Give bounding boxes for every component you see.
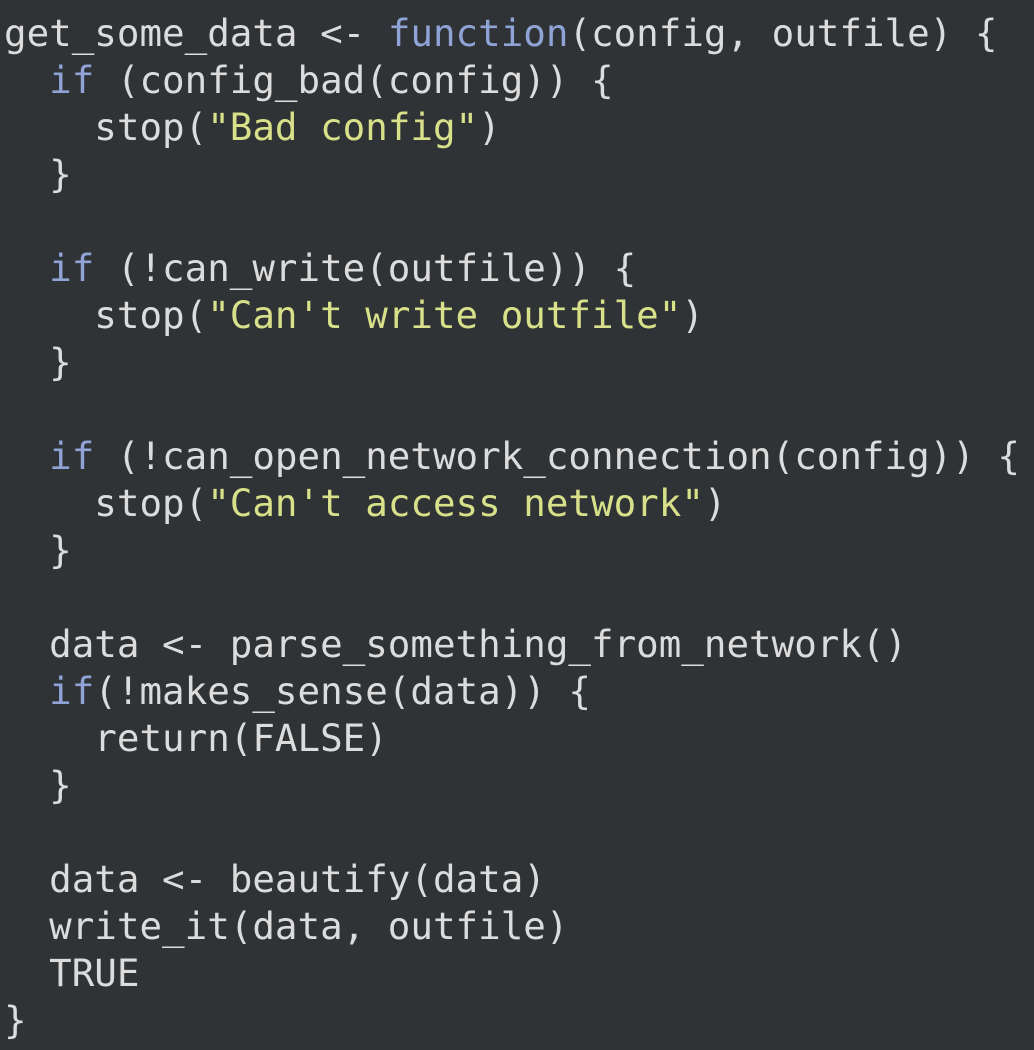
code-line: if (!can_open_network_connection(config)… [4,433,1020,480]
code-token-default: data <- beautify(data) [4,857,546,901]
code-line: get_some_data <- function(config, outfil… [4,10,1020,57]
code-block: get_some_data <- function(config, outfil… [4,10,1020,1044]
code-line: stop("Can't write outfile") [4,292,1020,339]
code-line: stop("Bad config") [4,104,1020,151]
code-token-default: } [4,340,72,384]
code-token-default: (config_bad(config)) { [94,58,614,102]
code-token-default: stop( [4,293,208,337]
code-line: } [4,527,1020,574]
code-line: if (config_bad(config)) { [4,57,1020,104]
code-token-default: (config, outfile) { [568,11,998,55]
code-token-default: ) [703,481,727,525]
code-token-default: TRUE [4,951,140,995]
code-token-default: write_it(data, outfile) [4,904,569,948]
code-token-default: ) [681,293,704,337]
code-token-string: "Bad config" [207,105,479,149]
code-token-default: } [4,998,27,1042]
code-token-default: (!can_write(outfile)) { [94,246,637,290]
code-token-default: stop( [4,105,208,149]
code-line: data <- parse_something_from_network() [4,621,1020,668]
code-line: return(FALSE) [4,715,1020,762]
code-token-default: stop( [4,481,208,525]
code-line: } [4,339,1020,386]
code-token-default: } [4,763,72,807]
code-token-default: get_some_data <- [4,11,388,55]
code-token-default: (!can_open_network_connection(config)) { [94,434,1020,478]
code-token-default: data <- parse_something_from_network() [4,622,908,666]
code-token-default: ) [478,105,501,149]
code-token-default [4,669,49,713]
code-token-keyword: if [49,58,95,102]
code-token-string: "Can't write outfile" [207,293,682,337]
code-line: TRUE [4,950,1020,997]
code-token-keyword: function [387,11,569,55]
code-token-default: (!makes_sense(data)) { [94,669,592,713]
code-token-default: } [4,528,72,572]
code-line: stop("Can't access network") [4,480,1020,527]
code-token-keyword: if [49,434,95,478]
code-line: data <- beautify(data) [4,856,1020,903]
code-token-default: return(FALSE) [4,716,388,760]
code-line: if(!makes_sense(data)) { [4,668,1020,715]
code-token-string: "Can't access network" [207,481,704,525]
code-line: } [4,997,1020,1044]
code-editor: get_some_data <- function(config, outfil… [0,0,1034,1050]
code-line: if (!can_write(outfile)) { [4,245,1020,292]
code-token-keyword: if [49,246,95,290]
code-line: } [4,762,1020,809]
code-token-default: } [4,152,72,196]
code-token-default [4,434,49,478]
code-token-keyword: if [49,669,95,713]
code-token-default [4,246,49,290]
code-line: write_it(data, outfile) [4,903,1020,950]
code-token-default [4,58,49,102]
code-line: } [4,151,1020,198]
